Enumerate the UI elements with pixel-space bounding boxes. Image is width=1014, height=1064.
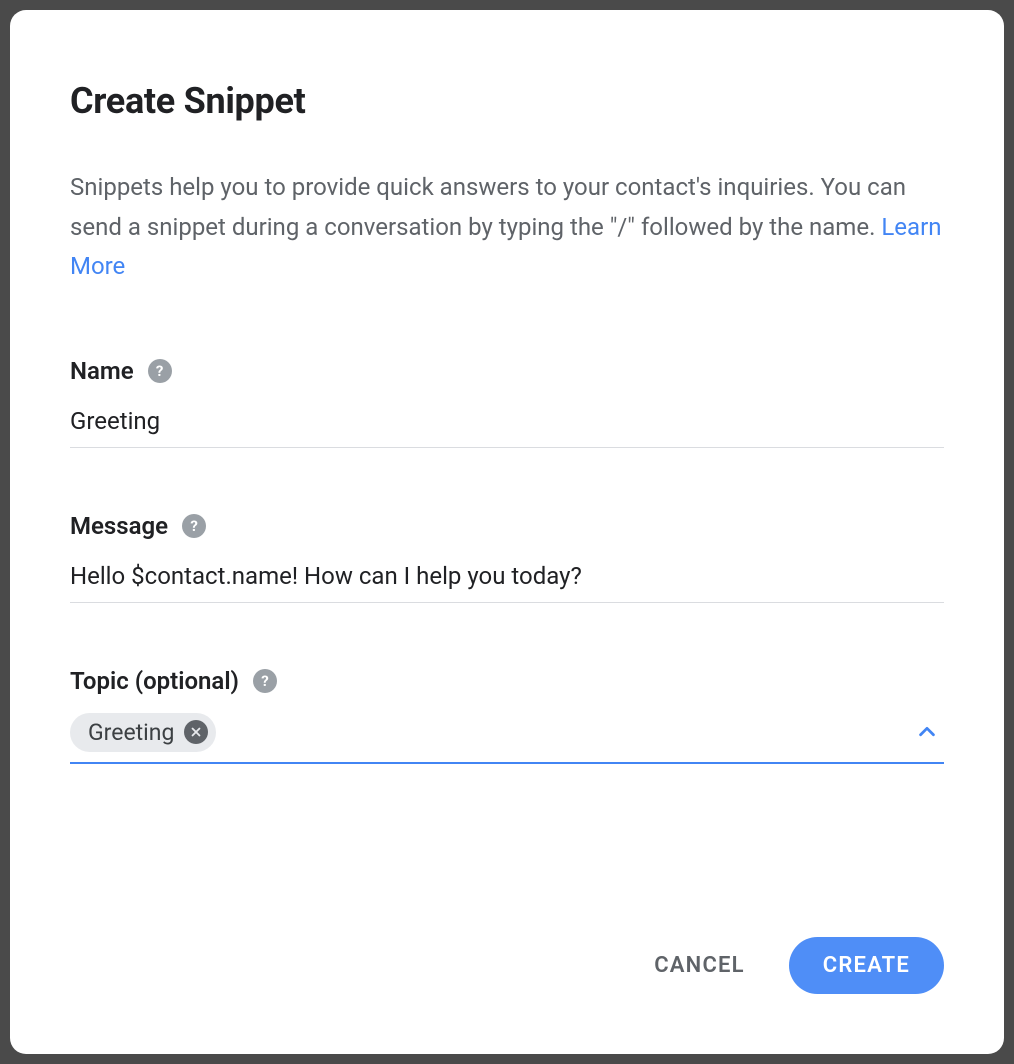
name-label: Name <box>70 357 134 385</box>
topic-chip-label: Greeting <box>88 719 174 746</box>
create-button[interactable]: CREATE <box>789 937 944 994</box>
message-input[interactable] <box>70 558 944 603</box>
dialog-backdrop: Create Snippet Snippets help you to prov… <box>0 0 1014 1064</box>
topic-select[interactable]: Greeting <box>70 713 944 764</box>
name-input[interactable] <box>70 403 944 448</box>
create-snippet-dialog: Create Snippet Snippets help you to prov… <box>10 10 1004 1054</box>
name-label-row: Name ? <box>70 357 944 385</box>
help-icon[interactable]: ? <box>148 359 172 383</box>
dialog-title: Create Snippet <box>70 80 944 122</box>
cancel-button[interactable]: CANCEL <box>654 953 745 978</box>
dialog-actions: CANCEL CREATE <box>70 937 944 1014</box>
dialog-description: Snippets help you to provide quick answe… <box>70 168 944 287</box>
help-icon[interactable]: ? <box>253 669 277 693</box>
topic-label-row: Topic (optional) ? <box>70 667 944 695</box>
message-field-group: Message ? <box>70 512 944 603</box>
help-icon[interactable]: ? <box>182 514 206 538</box>
name-field-group: Name ? <box>70 357 944 448</box>
topic-chip: Greeting <box>70 713 216 752</box>
chevron-up-icon[interactable] <box>916 721 944 743</box>
topic-label: Topic (optional) <box>70 667 239 695</box>
topic-field-group: Topic (optional) ? Greeting <box>70 667 944 764</box>
message-label: Message <box>70 512 168 540</box>
close-icon[interactable] <box>184 720 208 744</box>
dialog-description-text: Snippets help you to provide quick answe… <box>70 173 906 241</box>
message-label-row: Message ? <box>70 512 944 540</box>
